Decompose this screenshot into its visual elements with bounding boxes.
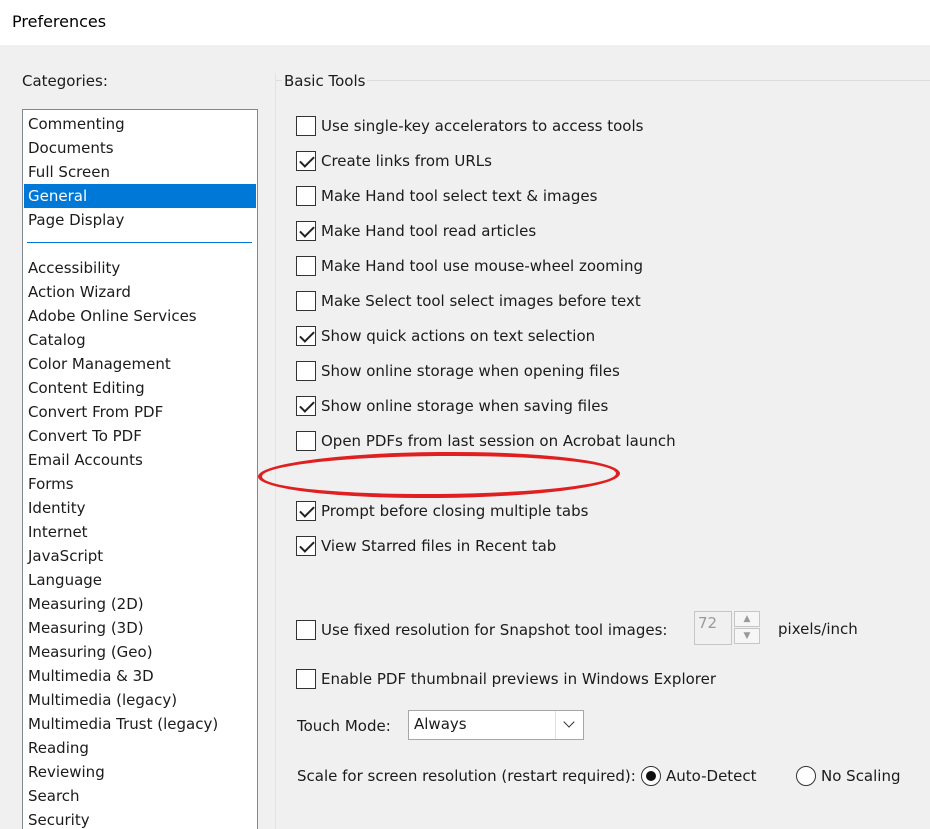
group-box-border	[276, 80, 930, 81]
category-item-general[interactable]: General	[24, 184, 256, 208]
checkbox[interactable]	[296, 186, 316, 206]
resolution-input[interactable]: 72	[694, 611, 732, 645]
option-hand-tool-read-articles[interactable]: Make Hand tool read articles	[296, 220, 536, 242]
option-label: Show online storage when opening files	[321, 362, 620, 380]
category-item-content-editing[interactable]: Content Editing	[24, 376, 256, 400]
scale-label: Scale for screen resolution (restart req…	[297, 767, 636, 785]
category-item-multimedia-trust-legacy[interactable]: Multimedia Trust (legacy)	[24, 712, 256, 736]
category-item-catalog[interactable]: Catalog	[24, 328, 256, 352]
checkbox[interactable]	[296, 536, 316, 556]
checkbox[interactable]	[296, 501, 316, 521]
category-item-full-screen[interactable]: Full Screen	[24, 160, 256, 184]
category-item-action-wizard[interactable]: Action Wizard	[24, 280, 256, 304]
categories-label: Categories:	[22, 72, 108, 90]
checkbox[interactable]	[296, 669, 316, 689]
category-item-color-management[interactable]: Color Management	[24, 352, 256, 376]
option-label: Use single-key accelerators to access to…	[321, 117, 644, 135]
category-item-forms[interactable]: Forms	[24, 472, 256, 496]
category-item-convert-from-pdf[interactable]: Convert From PDF	[24, 400, 256, 424]
category-item-convert-to-pdf[interactable]: Convert To PDF	[24, 424, 256, 448]
spin-down-button[interactable]: ▼	[734, 628, 760, 644]
option-label: Make Hand tool select text & images	[321, 187, 598, 205]
category-item-measuring-2d[interactable]: Measuring (2D)	[24, 592, 256, 616]
category-item-documents[interactable]: Documents	[24, 136, 256, 160]
option-hand-tool-select[interactable]: Make Hand tool select text & images	[296, 185, 597, 207]
option-open-last-session[interactable]: Open PDFs from last session on Acrobat l…	[296, 430, 676, 452]
checkbox[interactable]	[296, 361, 316, 381]
checkbox[interactable]	[296, 431, 316, 451]
category-item-identity[interactable]: Identity	[24, 496, 256, 520]
checkbox[interactable]	[296, 326, 316, 346]
resolution-unit: pixels/inch	[778, 620, 858, 638]
option-label: Make Hand tool read articles	[321, 222, 537, 240]
option-select-tool-images-first[interactable]: Make Select tool select images before te…	[296, 290, 641, 312]
option-thumbnail-previews[interactable]: Enable PDF thumbnail previews in Windows…	[296, 668, 716, 690]
title-bar: Preferences	[0, 0, 930, 45]
category-item-language[interactable]: Language	[24, 568, 256, 592]
category-item-commenting[interactable]: Commenting	[24, 112, 256, 136]
category-item-email-accounts[interactable]: Email Accounts	[24, 448, 256, 472]
chevron-down-icon	[555, 711, 583, 739]
radio-label: No Scaling	[821, 767, 901, 785]
spin-up-button[interactable]: ▲	[734, 611, 760, 627]
radio-button[interactable]	[796, 766, 816, 786]
category-item-page-display[interactable]: Page Display	[24, 208, 256, 232]
red-annotation-ellipse	[257, 450, 621, 500]
option-online-storage-opening[interactable]: Show online storage when opening files	[296, 360, 620, 382]
category-item-accessibility[interactable]: Accessibility	[24, 256, 256, 280]
category-item-multimedia-legacy[interactable]: Multimedia (legacy)	[24, 688, 256, 712]
option-label: Use fixed resolution for Snapshot tool i…	[321, 621, 668, 639]
radio-no-scaling[interactable]: No Scaling	[796, 766, 901, 786]
option-label: Show online storage when saving files	[321, 397, 609, 415]
category-item-search[interactable]: Search	[24, 784, 256, 808]
category-item-measuring-geo[interactable]: Measuring (Geo)	[24, 640, 256, 664]
option-hand-tool-wheel-zoom[interactable]: Make Hand tool use mouse-wheel zooming	[296, 255, 643, 277]
basic-tools-title: Basic Tools	[282, 72, 368, 90]
checkbox[interactable]	[296, 291, 316, 311]
touch-mode-label: Touch Mode:	[297, 717, 391, 735]
checkbox[interactable]	[296, 151, 316, 171]
category-item-reading[interactable]: Reading	[24, 736, 256, 760]
window-title: Preferences	[12, 12, 107, 31]
touch-mode-select[interactable]: Always	[408, 710, 584, 740]
option-label: Make Hand tool use mouse-wheel zooming	[321, 257, 643, 275]
category-item-security[interactable]: Security	[24, 808, 256, 829]
category-item-multimedia-3d[interactable]: Multimedia & 3D	[24, 664, 256, 688]
option-single-key-accelerators[interactable]: Use single-key accelerators to access to…	[296, 115, 643, 137]
checkbox[interactable]	[296, 396, 316, 416]
radio-auto-detect[interactable]: Auto-Detect	[641, 766, 757, 786]
option-quick-actions[interactable]: Show quick actions on text selection	[296, 325, 595, 347]
option-online-storage-saving[interactable]: Show online storage when saving files	[296, 395, 608, 417]
option-label: View Starred files in Recent tab	[321, 537, 557, 555]
category-item-measuring-3d[interactable]: Measuring (3D)	[24, 616, 256, 640]
categories-list[interactable]: Commenting Documents Full Screen General…	[22, 109, 258, 829]
touch-mode-value: Always	[414, 715, 467, 733]
option-prompt-closing-tabs[interactable]: Prompt before closing multiple tabs	[296, 500, 588, 522]
option-label: Open PDFs from last session on Acrobat l…	[321, 432, 676, 450]
radio-label: Auto-Detect	[666, 767, 757, 785]
checkbox[interactable]	[296, 620, 316, 640]
category-item-adobe-online-services[interactable]: Adobe Online Services	[24, 304, 256, 328]
checkbox[interactable]	[296, 256, 316, 276]
option-label: Prompt before closing multiple tabs	[321, 502, 589, 520]
category-item-reviewing[interactable]: Reviewing	[24, 760, 256, 784]
option-starred-recent[interactable]: View Starred files in Recent tab	[296, 535, 556, 557]
category-item-javascript[interactable]: JavaScript	[24, 544, 256, 568]
checkbox[interactable]	[296, 221, 316, 241]
option-label: Make Select tool select images before te…	[321, 292, 641, 310]
panel-divider	[275, 73, 276, 829]
radio-button[interactable]	[641, 766, 661, 786]
checkbox[interactable]	[296, 116, 316, 136]
category-separator	[27, 242, 252, 243]
option-label: Create links from URLs	[321, 152, 492, 170]
option-label: Show quick actions on text selection	[321, 327, 596, 345]
option-create-links-from-urls[interactable]: Create links from URLs	[296, 150, 492, 172]
option-snapshot-resolution[interactable]: Use fixed resolution for Snapshot tool i…	[296, 619, 667, 641]
option-label: Enable PDF thumbnail previews in Windows…	[321, 670, 717, 688]
category-item-internet[interactable]: Internet	[24, 520, 256, 544]
